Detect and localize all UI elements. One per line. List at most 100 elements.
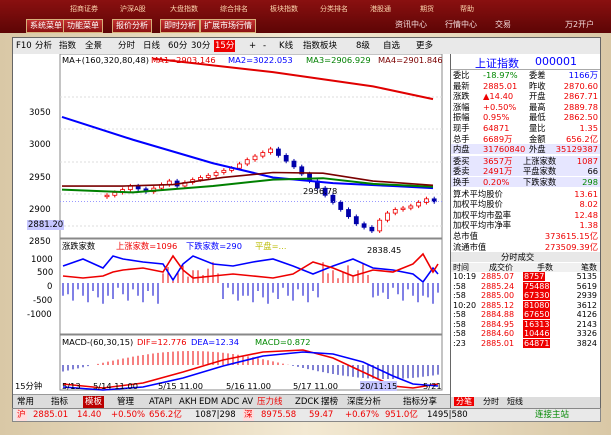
top-cell[interactable]: 期货 xyxy=(420,4,434,14)
candle-body xyxy=(408,205,414,209)
menu-extended[interactable]: 扩展市场行情 xyxy=(200,19,256,33)
tick-row: :58 2884.95 16313 2143 xyxy=(451,319,600,329)
ma4-legend: MA4=2901.846 xyxy=(378,55,443,65)
tab-template[interactable]: 模板 xyxy=(83,396,105,408)
quote-value: 3657万 xyxy=(483,155,513,166)
toolbar-minute[interactable]: 分时 xyxy=(118,40,135,52)
toolbar-30min[interactable]: 30分 xyxy=(191,40,210,52)
tick-time: :58 xyxy=(453,281,466,291)
toolbar-daily[interactable]: 日线 xyxy=(143,40,160,52)
status-sz-label: 深 xyxy=(243,409,254,421)
toolbar-index-sector[interactable]: 指数板块 xyxy=(303,40,337,52)
tab-depth[interactable]: 深度分析 xyxy=(347,396,381,408)
top-cell[interactable]: 帮助 xyxy=(460,4,474,14)
tab-short[interactable]: 短线 xyxy=(507,397,523,406)
menu-news-center[interactable]: 资讯中心 xyxy=(395,19,427,30)
quote-label: 涨跌 xyxy=(453,91,470,102)
menu-analysis[interactable]: 即时分析 xyxy=(160,19,200,33)
tick-time: :58 xyxy=(453,310,466,320)
tab-akh[interactable]: AKH xyxy=(179,396,197,408)
tick-row: :23 2885.01 64871 3824 xyxy=(451,338,600,348)
tick-vol: 81080 xyxy=(523,300,551,310)
x-label: 5/17 11.00 xyxy=(293,381,339,391)
top-cell[interactable]: 分类排名 xyxy=(320,4,348,14)
x-label: 5/21 xyxy=(423,381,442,391)
tick-vol: 67330 xyxy=(523,291,551,301)
tab-adc[interactable]: ADC xyxy=(221,396,239,408)
stat-value: 13.61 xyxy=(574,188,598,199)
quote-label: 振幅 xyxy=(453,112,470,123)
quote-stat-row: 加权平均股价 8.02 xyxy=(451,199,600,209)
tick-time: :58 xyxy=(453,319,466,329)
quote-value: 2870.60 xyxy=(563,80,598,91)
toolbar-f10[interactable]: F10 xyxy=(16,40,32,52)
quote-row: 内盘 31760840 外盘 35129387 xyxy=(451,144,600,155)
toolbar-kline[interactable]: K线 xyxy=(279,40,293,52)
menu-system[interactable]: 系统菜单 xyxy=(26,19,66,33)
top-cell[interactable]: 综合排名 xyxy=(220,4,248,14)
col-time: 时间 xyxy=(453,262,469,272)
toolbar-minus[interactable]: - xyxy=(263,40,266,52)
candle-body xyxy=(377,219,383,232)
toolbar-plus[interactable]: + xyxy=(249,40,256,52)
tick-price: 2884.60 xyxy=(481,329,515,339)
macd-value: MACD=0.872 xyxy=(255,337,311,347)
tab-pressure[interactable]: 压力线 xyxy=(257,396,283,408)
tick-count: 3612 xyxy=(576,300,597,310)
toolbar-more[interactable]: 更多 xyxy=(416,40,433,52)
menu-function[interactable]: 功能菜单 xyxy=(63,19,103,33)
quote-value: 35129387 xyxy=(555,144,598,155)
tab-common[interactable]: 常用 xyxy=(17,396,34,408)
tab-zdck[interactable]: ZDCK xyxy=(295,396,319,408)
tick-price: 2885.01 xyxy=(481,338,515,348)
quote-label: 昨收 xyxy=(529,80,546,91)
breadth-tick: -1000 xyxy=(27,310,52,320)
y-tick: 3000 xyxy=(29,140,51,150)
tab-manage[interactable]: 管理 xyxy=(117,396,134,408)
tab-minute[interactable]: 分时 xyxy=(483,397,499,406)
toolbar-analysis[interactable]: 分析 xyxy=(35,40,52,52)
quote-value: 31760840 xyxy=(483,144,526,155)
candle-body xyxy=(260,152,266,157)
tab-atapi[interactable]: ATAPI xyxy=(149,396,172,408)
tab-av[interactable]: AV xyxy=(242,396,253,408)
menu-trade[interactable]: 交易 xyxy=(495,19,511,30)
tab-indicator[interactable]: 指标 xyxy=(51,396,68,408)
status-sh-breadth: 1087|298 xyxy=(195,410,236,420)
toolbar-index[interactable]: 指数 xyxy=(59,40,76,52)
candle-body xyxy=(330,194,336,203)
tab-share[interactable]: 指标分享 xyxy=(403,396,437,408)
quote-label: 上涨家数 xyxy=(523,155,557,166)
toolbar-60min[interactable]: 60分 xyxy=(168,40,187,52)
toolbar-level8[interactable]: 8级 xyxy=(356,40,370,52)
tick-title-text: 分时成交 xyxy=(501,252,535,263)
menu-market-center[interactable]: 行情中心 xyxy=(445,19,477,30)
quote-row: 涨跌 ▲14.40 开盘 2867.71 xyxy=(451,91,600,102)
top-cell[interactable]: 港股通 xyxy=(370,4,391,14)
main-window: F10 分析 指数 全景 分时 日线 60分 30分 15分 + - K线 指数… xyxy=(12,37,601,409)
toolbar-panorama[interactable]: 全景 xyxy=(85,40,102,52)
menu-quote[interactable]: 报价分析 xyxy=(112,19,152,33)
quote-code: 000001 xyxy=(535,55,577,68)
tick-price: 2884.88 xyxy=(481,310,515,320)
menu-open-account[interactable]: 万2开户 xyxy=(565,19,594,30)
ma3-legend: MA3=2906.929 xyxy=(306,55,371,65)
tick-count: 3824 xyxy=(576,338,597,348)
tab-edm[interactable]: EDM xyxy=(199,396,218,408)
chart-toolbar: F10 分析 指数 全景 分时 日线 60分 30分 15分 + - K线 指数… xyxy=(13,38,600,55)
top-cell[interactable]: 大盘指数 xyxy=(170,4,198,14)
connection-status[interactable]: 连接主站 xyxy=(535,409,569,421)
quote-stat-row: 流通市值 273509.39亿 xyxy=(451,242,600,252)
toolbar-watchlist[interactable]: 自选 xyxy=(383,40,400,52)
toolbar-15min[interactable]: 15分 xyxy=(214,40,236,52)
y-tick: 2850 xyxy=(29,237,51,247)
y-tick: 2900 xyxy=(29,205,51,215)
top-cell[interactable]: 沪深A股 xyxy=(120,4,146,14)
tab-ranking[interactable]: 摆榜 xyxy=(321,396,338,408)
top-cell[interactable]: 招商证券 xyxy=(70,4,98,14)
quote-stat-row: 总市值 373615.15亿 xyxy=(451,231,600,241)
quote-stat-row: 算术平均股价 13.61 xyxy=(451,188,600,199)
top-cell[interactable]: 板块指数 xyxy=(270,4,298,14)
tab-ticks[interactable]: 分笔 xyxy=(454,397,474,406)
chart-area[interactable]: MA+(160,320,80,48) MA1=2903.146 MA2=3022… xyxy=(13,54,450,394)
